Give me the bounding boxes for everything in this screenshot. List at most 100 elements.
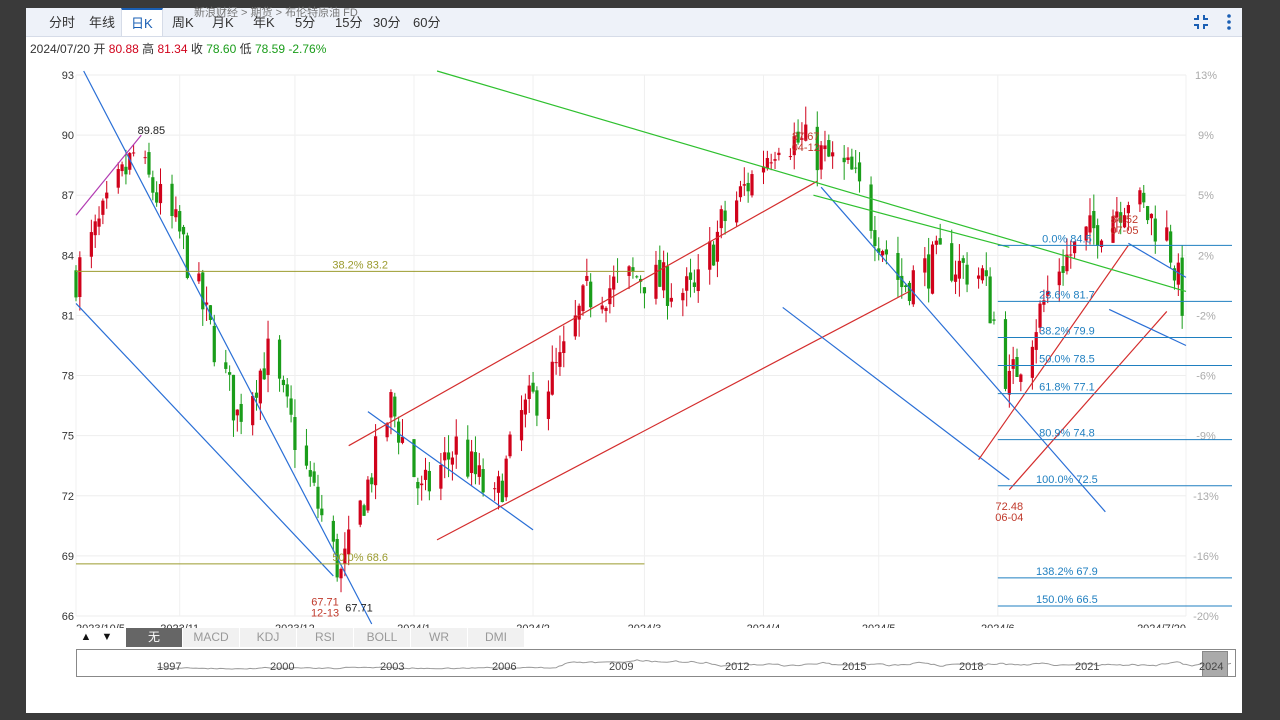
indicator-1[interactable]: MACD	[183, 628, 240, 647]
candle-body	[735, 200, 739, 223]
pct-tick-label: -16%	[1193, 551, 1219, 563]
candle-body	[481, 469, 485, 493]
candle-body	[577, 305, 581, 320]
scroll-down-arrow-icon[interactable]: ▼	[97, 628, 117, 647]
downtrend-channel-upper	[83, 70, 373, 625]
tab-6[interactable]: 5分	[286, 8, 324, 36]
candle-body	[331, 520, 335, 542]
candle-body	[443, 452, 447, 461]
overview-year-label: 2021	[1075, 661, 1100, 673]
uptrend-channel-lower	[436, 290, 910, 541]
pct-tick-label: -6%	[1196, 371, 1216, 383]
date-annotation: 06-04	[995, 512, 1023, 524]
candle-body	[132, 152, 136, 154]
candle-body	[961, 258, 965, 263]
candle-body	[151, 177, 155, 193]
candle-body	[546, 391, 551, 419]
candle-body	[293, 417, 297, 451]
pct-tick-label: -2%	[1196, 310, 1216, 322]
candle-body	[231, 374, 236, 421]
candle-body	[370, 477, 374, 485]
candle-body	[101, 200, 105, 215]
candle-body	[911, 270, 915, 305]
price-annotation: 67.71	[345, 603, 373, 615]
candle-body	[500, 480, 504, 503]
indicator-4[interactable]: BOLL	[354, 628, 411, 647]
fullscreen-icon[interactable]	[1192, 13, 1210, 31]
candle-body	[254, 392, 259, 398]
candle-body	[742, 184, 746, 186]
candle-body	[523, 399, 527, 415]
candle-body	[600, 305, 604, 310]
candle-body	[312, 471, 316, 483]
chart-window: 新浪财经 > 期货 > 布伦特原油 FD 2024/07/20 开 80.88 …	[26, 7, 1242, 713]
overview-year-label: 2009	[609, 661, 634, 673]
indicator-2[interactable]: KDJ	[240, 628, 297, 647]
candle-body	[831, 152, 835, 157]
indicator-5[interactable]: WR	[411, 628, 468, 647]
candle-body	[285, 384, 289, 397]
candle-body	[262, 368, 266, 380]
candle-body	[665, 266, 670, 306]
candle-body	[823, 145, 827, 150]
candle-body	[854, 167, 858, 169]
candle-body	[976, 275, 981, 279]
overview-year-label: 2000	[270, 661, 295, 673]
candle-body	[950, 243, 954, 281]
y-tick-label: 75	[62, 431, 74, 443]
tab-5[interactable]: 年K	[244, 8, 284, 36]
candle-body	[427, 470, 431, 492]
fib-label: 0.0% 84.5	[1042, 233, 1092, 245]
candle-body	[850, 156, 854, 170]
candle-body	[612, 276, 616, 290]
candle-body	[320, 508, 324, 516]
candle-body	[957, 260, 961, 279]
candle-body	[93, 221, 97, 236]
candle-body	[197, 273, 201, 282]
high-label: 高	[142, 42, 155, 56]
candle-body	[362, 505, 366, 516]
candle-body	[1169, 231, 1173, 263]
price-annotation: 89.85	[138, 125, 166, 137]
scroll-up-arrow-icon[interactable]: ▲	[76, 628, 96, 647]
overview-year-label: 2006	[492, 661, 517, 673]
candle-body	[366, 479, 370, 511]
overview-year-label: 2015	[842, 661, 867, 673]
candle-body	[316, 486, 320, 509]
candle-body	[708, 241, 712, 270]
pct-tick-label: -9%	[1196, 431, 1216, 443]
candle-body	[174, 209, 178, 218]
candle-body	[423, 469, 428, 480]
indicator-3[interactable]: RSI	[297, 628, 354, 647]
candle-body	[827, 140, 831, 157]
tab-3[interactable]: 周K	[163, 8, 203, 36]
overview-navigator[interactable]: 1997 2000 2003 2006 2009 2012 2015 2018 2021 2024	[76, 649, 1236, 677]
candle-body	[1007, 370, 1011, 395]
overview-year-label: 2018	[959, 661, 984, 673]
tab-4[interactable]: 月K	[203, 8, 243, 36]
tab-8[interactable]: 30分	[364, 8, 409, 36]
tab-0[interactable]: 分时	[40, 8, 84, 36]
candle-body	[477, 465, 481, 477]
indicator-6[interactable]: DMI	[468, 628, 525, 647]
candle-body	[170, 183, 174, 217]
indicator-0[interactable]: 无	[126, 628, 183, 647]
tab-1[interactable]: 年线	[80, 8, 124, 36]
candle-body	[1038, 303, 1042, 328]
fib-label: 150.0% 66.5	[1036, 594, 1098, 606]
more-vertical-icon[interactable]	[1220, 12, 1238, 32]
date-annotation: 04-12	[792, 142, 820, 154]
candle-body	[934, 240, 938, 245]
candle-body	[1019, 374, 1023, 382]
change-value: -2.76%	[288, 42, 327, 56]
y-tick-label: 78	[62, 371, 74, 383]
candle-body	[504, 458, 508, 498]
candle-body	[178, 211, 182, 232]
tab-2[interactable]: 日K	[121, 8, 163, 36]
tab-9[interactable]: 60分	[404, 8, 449, 36]
info-date: 2024/07/20	[30, 42, 91, 56]
x-tick-label: 2024/7/20	[1137, 623, 1186, 628]
candle-body	[358, 500, 362, 525]
kline-chart[interactable]: 939087848178757269662023/10/52023/112023…	[26, 60, 1242, 628]
candle-body	[258, 370, 262, 404]
